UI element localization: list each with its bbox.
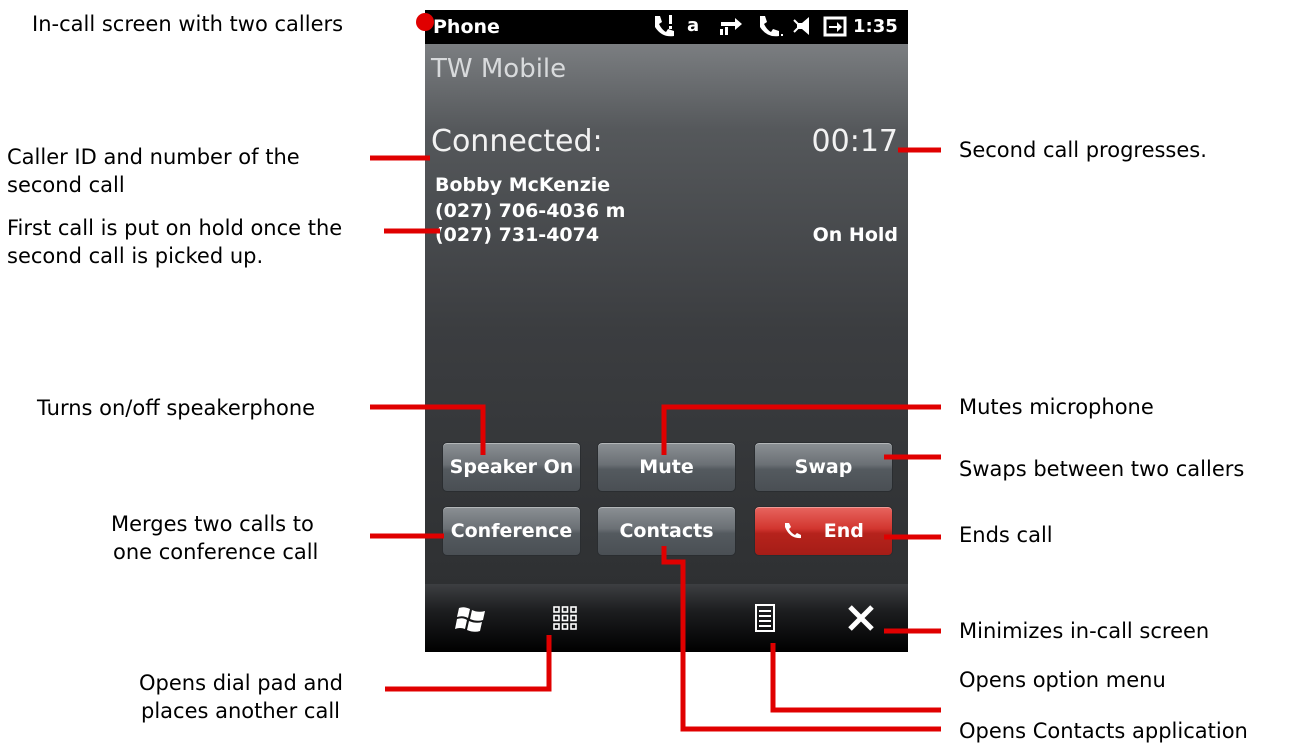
annotation-option-menu: Opens option menu: [959, 668, 1166, 692]
annotation-conference-1: Merges two calls to: [111, 512, 314, 536]
annotation-speaker: Turns on/off speakerphone: [37, 396, 316, 420]
annotation-caller-id-1: Caller ID and number of the: [7, 145, 300, 169]
annotation-conference-2: one conference call: [113, 540, 319, 564]
annotation-dialpad-1: Opens dial pad and: [139, 671, 343, 695]
annotation-caller-id-2: second call: [7, 173, 125, 197]
annotation-title: In-call screen with two callers: [32, 12, 344, 36]
annotation-hold-2: second call is picked up.: [7, 244, 264, 268]
annotation-dialpad-2: places another call: [141, 699, 340, 723]
annotation-end: Ends call: [959, 523, 1053, 547]
annotation-hold-1: First call is put on hold once the: [7, 216, 343, 240]
annotation-minimize: Minimizes in-call screen: [959, 619, 1210, 643]
annotation-mute: Mutes microphone: [959, 395, 1154, 419]
annotation-contacts: Opens Contacts application: [959, 719, 1248, 743]
annotation-progress: Second call progresses.: [959, 138, 1207, 162]
annotation-swap: Swaps between two callers: [959, 457, 1245, 481]
